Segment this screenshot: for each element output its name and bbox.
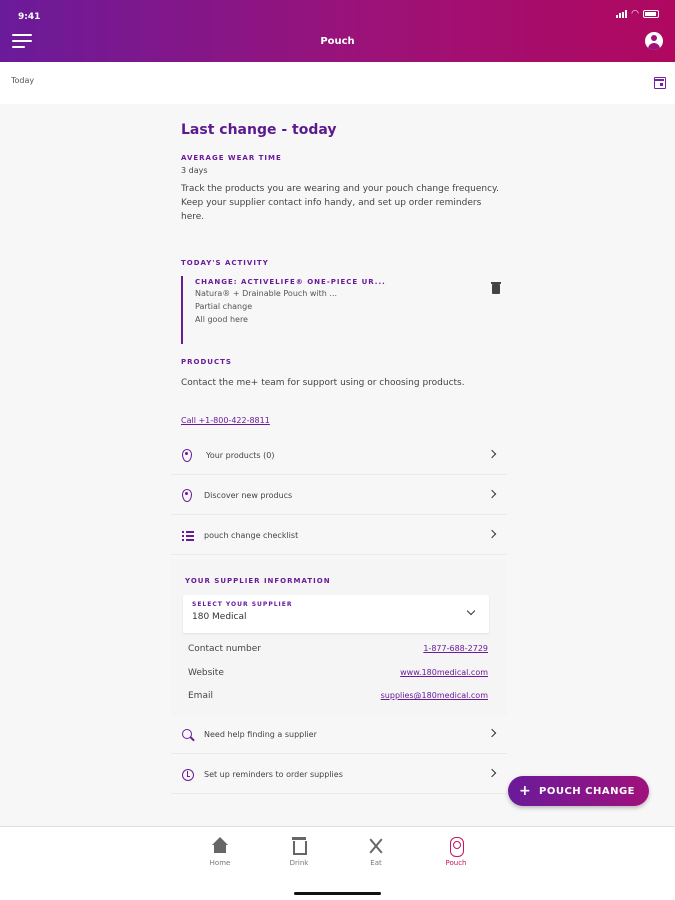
search-icon bbox=[182, 729, 192, 739]
activity-type: CHANGE: ACTIVELIFE® ONE-PIECE UR... bbox=[195, 278, 386, 286]
chevron-down-icon bbox=[466, 606, 476, 616]
home-icon bbox=[211, 837, 229, 855]
chevron-right-icon bbox=[487, 768, 497, 778]
battery-icon bbox=[643, 10, 659, 18]
chevron-right-icon bbox=[487, 529, 497, 539]
tab-home[interactable]: Home bbox=[198, 837, 242, 867]
chevron-right-icon bbox=[487, 449, 497, 459]
calendar-icon[interactable] bbox=[654, 77, 666, 89]
cup-icon bbox=[290, 837, 308, 855]
wifi-icon: ◠ bbox=[631, 9, 639, 19]
row-label: Need help finding a supplier bbox=[204, 730, 317, 739]
tab-label: Eat bbox=[370, 859, 382, 867]
tab-label: Drink bbox=[289, 859, 309, 867]
bottom-tab-bar: Home Drink Eat Pouch bbox=[0, 826, 675, 900]
home-indicator bbox=[294, 892, 381, 895]
last-change-title: Last change - today bbox=[181, 122, 337, 138]
pouch-change-label: POUCH CHANGE bbox=[539, 785, 635, 797]
pouch-icon bbox=[447, 837, 465, 857]
products-text: Contact the me+ team for support using o… bbox=[181, 378, 465, 388]
activity-note: All good here bbox=[195, 315, 248, 324]
chevron-right-icon bbox=[487, 489, 497, 499]
tab-drink[interactable]: Drink bbox=[277, 837, 321, 867]
status-icons: ◠ bbox=[616, 9, 659, 19]
activity-kind: Partial change bbox=[195, 302, 253, 311]
plus-icon: + bbox=[519, 783, 531, 799]
activity-entry[interactable]: CHANGE: ACTIVELIFE® ONE-PIECE UR... Natu… bbox=[181, 276, 501, 344]
status-time: 9:41 bbox=[18, 12, 41, 22]
reminders-row[interactable]: Set up reminders to order supplies bbox=[171, 756, 507, 794]
website-label: Website bbox=[188, 668, 224, 678]
call-link[interactable]: Call +1-800-422-8811 bbox=[181, 416, 270, 425]
tab-label: Pouch bbox=[445, 859, 467, 867]
email-link[interactable]: supplies@180medical.com bbox=[381, 691, 488, 700]
contact-number-link[interactable]: 1-877-688-2729 bbox=[423, 644, 488, 653]
tab-eat[interactable]: Eat bbox=[354, 837, 398, 867]
app-header: 9:41 ◠ Pouch bbox=[0, 0, 675, 62]
supplier-select-label: SELECT YOUR SUPPLIER bbox=[192, 601, 293, 608]
tab-pouch[interactable]: Pouch bbox=[434, 837, 478, 867]
checklist-icon bbox=[182, 531, 194, 541]
find-supplier-row[interactable]: Need help finding a supplier bbox=[171, 716, 507, 754]
location-pin-icon bbox=[182, 489, 192, 502]
supplier-heading: YOUR SUPPLIER INFORMATION bbox=[185, 577, 331, 585]
products-heading: PRODUCTS bbox=[181, 358, 232, 366]
page-title: Pouch bbox=[320, 36, 355, 47]
location-pin-icon bbox=[182, 449, 192, 462]
wear-time-heading: AVERAGE WEAR TIME bbox=[181, 154, 282, 162]
cellular-signal-icon bbox=[616, 10, 628, 18]
checklist-row[interactable]: pouch change checklist bbox=[171, 517, 507, 555]
trash-icon[interactable] bbox=[491, 282, 501, 294]
intro-text: Track the products you are wearing and y… bbox=[181, 184, 499, 222]
date-bar: Today bbox=[0, 62, 675, 104]
activity-product: Natura® + Drainable Pouch with ... bbox=[195, 289, 338, 298]
email-label: Email bbox=[188, 691, 213, 701]
date-label: Today bbox=[11, 76, 35, 85]
your-products-row[interactable]: Your products (0) bbox=[171, 437, 507, 475]
supplier-select-value: 180 Medical bbox=[192, 612, 247, 622]
discover-products-row[interactable]: Discover new producs bbox=[171, 477, 507, 515]
wear-time-value: 3 days bbox=[181, 166, 208, 175]
tab-label: Home bbox=[209, 859, 231, 867]
pouch-change-button[interactable]: + POUCH CHANGE bbox=[508, 776, 649, 806]
account-icon[interactable] bbox=[645, 32, 663, 50]
row-label: Your products (0) bbox=[206, 451, 275, 460]
row-label: Set up reminders to order supplies bbox=[204, 770, 343, 779]
chevron-right-icon bbox=[487, 728, 497, 738]
contact-number-label: Contact number bbox=[188, 644, 262, 654]
alarm-clock-icon bbox=[182, 769, 194, 781]
activity-heading: TODAY'S ACTIVITY bbox=[181, 259, 269, 267]
fork-knife-icon bbox=[367, 837, 385, 855]
row-label: Discover new producs bbox=[204, 491, 293, 500]
website-link[interactable]: www.180medical.com bbox=[400, 668, 488, 677]
row-label: pouch change checklist bbox=[204, 531, 299, 540]
supplier-select[interactable]: SELECT YOUR SUPPLIER 180 Medical bbox=[183, 595, 489, 633]
